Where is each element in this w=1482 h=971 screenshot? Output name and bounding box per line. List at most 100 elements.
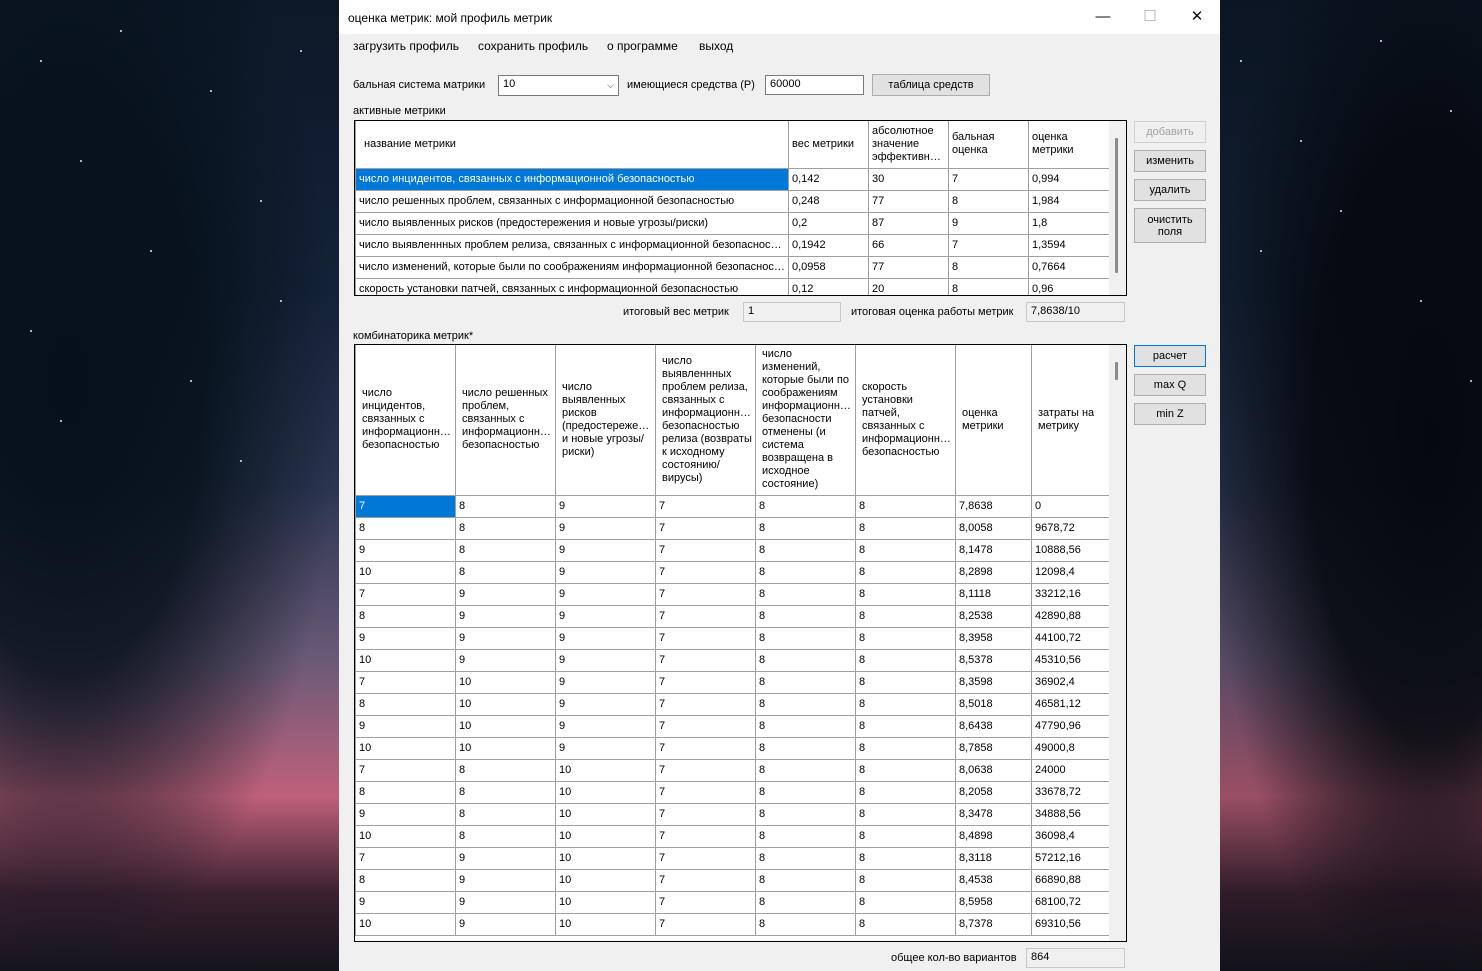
- table-cell[interactable]: 8: [855, 824, 956, 848]
- table-cell[interactable]: 8: [455, 516, 556, 540]
- table-cell[interactable]: число изменений, которые были по соображ…: [355, 255, 789, 279]
- table-cell[interactable]: 8,5378: [955, 648, 1032, 672]
- table-cell[interactable]: 34888,56: [1031, 802, 1111, 826]
- table-cell[interactable]: 8: [755, 868, 856, 892]
- table-cell[interactable]: 7: [355, 494, 456, 518]
- table-cell[interactable]: 8: [455, 824, 556, 848]
- clear-fields-button[interactable]: очистить поля: [1134, 208, 1206, 243]
- table-cell[interactable]: 8: [755, 560, 856, 584]
- table-cell[interactable]: 10: [555, 890, 656, 914]
- table-cell[interactable]: 7: [655, 802, 756, 826]
- table-cell[interactable]: 0,96: [1028, 277, 1111, 295]
- active-metrics-grid[interactable]: название метрики вес метрики абсолютное …: [354, 120, 1127, 296]
- table-cell[interactable]: 8: [755, 780, 856, 804]
- column-header[interactable]: число инцидентов, связанных с информацио…: [355, 345, 456, 496]
- table-cell[interactable]: 8: [455, 802, 556, 826]
- table-cell[interactable]: 9: [455, 626, 556, 650]
- table-cell[interactable]: 0: [1031, 494, 1111, 518]
- table-cell[interactable]: 8: [855, 736, 956, 760]
- table-cell[interactable]: 8: [755, 912, 856, 936]
- table-row[interactable]: 10 9 9 7 8 8 8,5378 45310,56: [355, 648, 1111, 672]
- table-cell[interactable]: 8: [855, 560, 956, 584]
- table-cell[interactable]: 8: [855, 758, 956, 782]
- table-row[interactable]: 7 10 9 7 8 8 8,3598 36902,4: [355, 670, 1111, 694]
- table-cell[interactable]: 44100,72: [1031, 626, 1111, 650]
- column-header[interactable]: абсолютное значение эффективности: [868, 121, 949, 169]
- table-cell[interactable]: 7: [655, 736, 756, 760]
- table-cell[interactable]: 7: [655, 648, 756, 672]
- scrollbar-thumb[interactable]: [1115, 362, 1118, 380]
- table-cell[interactable]: 9: [455, 604, 556, 628]
- table-row[interactable]: скорость установки патчей, связанных с и…: [355, 277, 1111, 295]
- table-cell[interactable]: 47790,96: [1031, 714, 1111, 738]
- table-cell[interactable]: 8: [855, 890, 956, 914]
- table-row[interactable]: 7 9 9 7 8 8 8,1118 33212,16: [355, 582, 1111, 606]
- table-cell[interactable]: 8: [948, 189, 1029, 213]
- table-cell[interactable]: 7: [655, 582, 756, 606]
- table-cell[interactable]: 9: [355, 802, 456, 826]
- table-cell[interactable]: 87: [868, 211, 949, 235]
- table-cell[interactable]: 66: [868, 233, 949, 257]
- table-row[interactable]: 9 9 9 7 8 8 8,3958 44100,72: [355, 626, 1111, 650]
- table-cell[interactable]: 8,2898: [955, 560, 1032, 584]
- calculate-button[interactable]: расчет: [1134, 345, 1206, 367]
- table-cell[interactable]: 10: [355, 560, 456, 584]
- table-cell[interactable]: 8,7378: [955, 912, 1032, 936]
- table-cell[interactable]: 8: [455, 780, 556, 804]
- table-cell[interactable]: 9678,72: [1031, 516, 1111, 540]
- table-cell[interactable]: 9: [555, 604, 656, 628]
- table-cell[interactable]: 8,0638: [955, 758, 1032, 782]
- table-cell[interactable]: 8: [355, 604, 456, 628]
- table-cell[interactable]: 7: [355, 846, 456, 870]
- table-cell[interactable]: 9: [455, 582, 556, 606]
- table-cell[interactable]: 49000,8: [1031, 736, 1111, 760]
- table-row[interactable]: число выявленнных проблем релиза, связан…: [355, 233, 1111, 257]
- table-cell[interactable]: 8: [855, 714, 956, 738]
- table-cell[interactable]: 8,2538: [955, 604, 1032, 628]
- table-cell[interactable]: 77: [868, 189, 949, 213]
- table-cell[interactable]: число выявленнных проблем релиза, связан…: [355, 233, 789, 257]
- table-cell[interactable]: 8,3118: [955, 846, 1032, 870]
- table-cell[interactable]: 10: [355, 912, 456, 936]
- table-cell[interactable]: 9: [555, 494, 656, 518]
- table-cell[interactable]: 57212,16: [1031, 846, 1111, 870]
- table-cell[interactable]: 10: [355, 648, 456, 672]
- menu-save-profile[interactable]: сохранить профиль: [478, 39, 588, 53]
- table-cell[interactable]: 8,1118: [955, 582, 1032, 606]
- table-cell[interactable]: 8: [855, 648, 956, 672]
- table-cell[interactable]: 8: [855, 846, 956, 870]
- table-cell[interactable]: 8: [755, 582, 856, 606]
- table-cell[interactable]: 9: [355, 890, 456, 914]
- column-header[interactable]: вес метрики: [788, 121, 869, 169]
- table-cell[interactable]: 9: [555, 692, 656, 716]
- funds-table-button[interactable]: таблица средств: [872, 74, 990, 96]
- table-cell[interactable]: 8: [355, 692, 456, 716]
- table-cell[interactable]: 10: [455, 736, 556, 760]
- table-row[interactable]: 10 10 9 7 8 8 8,7858 49000,8: [355, 736, 1111, 760]
- table-cell[interactable]: 0,142: [788, 167, 869, 191]
- table-cell[interactable]: 20: [868, 277, 949, 295]
- table-row[interactable]: 8 9 9 7 8 8 8,2538 42890,88: [355, 604, 1111, 628]
- scale-combobox[interactable]: 10 ⌵: [498, 75, 619, 96]
- menu-load-profile[interactable]: загрузить профиль: [353, 39, 459, 53]
- table-row[interactable]: 8 9 10 7 8 8 8,4538 66890,88: [355, 868, 1111, 892]
- close-button[interactable]: ✕: [1174, 0, 1220, 34]
- table-cell[interactable]: 7: [655, 868, 756, 892]
- table-cell[interactable]: 8,4538: [955, 868, 1032, 892]
- active-grid-scrollbar[interactable]: [1109, 121, 1126, 295]
- table-cell[interactable]: 8: [755, 758, 856, 782]
- table-cell[interactable]: 8,3958: [955, 626, 1032, 650]
- table-cell[interactable]: 8: [855, 626, 956, 650]
- menu-about[interactable]: о программе: [607, 39, 678, 53]
- table-cell[interactable]: 9: [555, 670, 656, 694]
- table-cell[interactable]: 0,2: [788, 211, 869, 235]
- min-z-button[interactable]: min Z: [1134, 403, 1206, 425]
- table-cell[interactable]: 10: [455, 714, 556, 738]
- table-cell[interactable]: 10: [555, 846, 656, 870]
- table-cell[interactable]: 12098,4: [1031, 560, 1111, 584]
- table-row[interactable]: 10 8 10 7 8 8 8,4898 36098,4: [355, 824, 1111, 848]
- table-cell[interactable]: 9: [455, 912, 556, 936]
- table-cell[interactable]: 10: [555, 824, 656, 848]
- table-cell[interactable]: 7: [655, 692, 756, 716]
- column-header[interactable]: число решенных проблем, связанных с инфо…: [455, 345, 556, 496]
